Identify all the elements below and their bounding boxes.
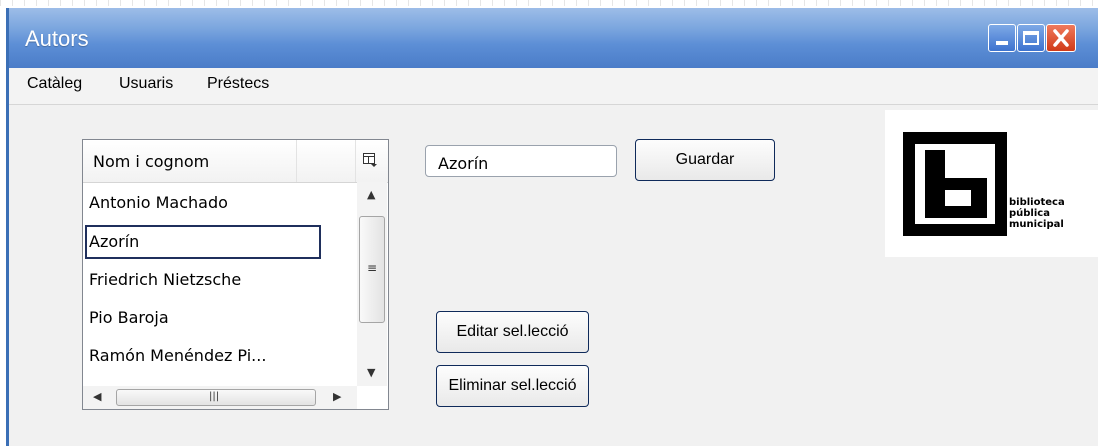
window-title: Autors [25, 26, 89, 51]
horizontal-scroll-thumb[interactable]: ||| [116, 389, 316, 406]
logo-line: biblioteca [1009, 197, 1065, 208]
scroll-up-icon[interactable]: ▲ [367, 188, 375, 201]
background-grid [0, 0, 1098, 6]
list-item[interactable]: Friedrich Nietzsche [85, 263, 355, 297]
minimize-icon [996, 41, 1008, 45]
grip-icon: ≡ [367, 261, 378, 275]
list-item[interactable]: Antonio Machado [85, 186, 355, 220]
list-item[interactable]: Ramón Menéndez Pi... [85, 339, 355, 373]
menu-item-prestecs[interactable]: Préstecs [207, 75, 269, 93]
close-button[interactable] [1046, 24, 1076, 52]
menu-item-cataleg[interactable]: Catàleg [27, 75, 82, 93]
author-name-input[interactable] [425, 145, 617, 177]
library-logo-icon [903, 132, 1007, 236]
delete-selection-button[interactable]: Eliminar sel.lecció [436, 365, 589, 407]
list-item[interactable]: Pio Baroja [85, 301, 355, 335]
menu-bar: Catàleg Usuaris Préstecs [9, 68, 1098, 105]
grip-icon: ||| [209, 391, 220, 402]
title-bar[interactable]: Autors [9, 8, 1098, 68]
authors-list[interactable]: Nom i cognom Antonio Machado Azorín Frie… [82, 139, 389, 410]
scroll-right-icon[interactable]: ▶ [333, 390, 341, 403]
horizontal-scrollbar[interactable]: ◀ ||| ▶ [83, 386, 357, 409]
app-window: Autors Catàleg Usuaris Préstecs Nom i co… [6, 8, 1098, 446]
close-icon [1053, 29, 1069, 47]
scroll-down-icon[interactable]: ▼ [367, 366, 375, 379]
column-divider [296, 140, 297, 182]
save-button[interactable]: Guardar [635, 139, 775, 181]
list-item-selected[interactable]: Azorín [85, 225, 321, 259]
logo-line: pública [1009, 208, 1050, 219]
column-divider [355, 140, 356, 182]
column-header-name[interactable]: Nom i cognom [93, 152, 209, 171]
maximize-button[interactable] [1017, 24, 1045, 52]
list-header[interactable]: Nom i cognom [83, 140, 388, 183]
vertical-scroll-thumb[interactable]: ≡ [359, 216, 385, 323]
vertical-scrollbar[interactable]: ▲ ≡ ▼ [357, 182, 387, 386]
maximize-icon [1023, 31, 1039, 45]
logo-line: municipal [1009, 219, 1064, 230]
column-chooser-icon[interactable] [362, 152, 378, 168]
scroll-left-icon[interactable]: ◀ [93, 390, 101, 403]
menu-item-usuaris[interactable]: Usuaris [119, 75, 173, 93]
library-logo: biblioteca pública municipal [885, 110, 1098, 257]
logo-wordmark: biblioteca pública municipal [1009, 197, 1065, 230]
minimize-button[interactable] [988, 24, 1016, 52]
edit-selection-button[interactable]: Editar sel.lecció [436, 311, 589, 353]
